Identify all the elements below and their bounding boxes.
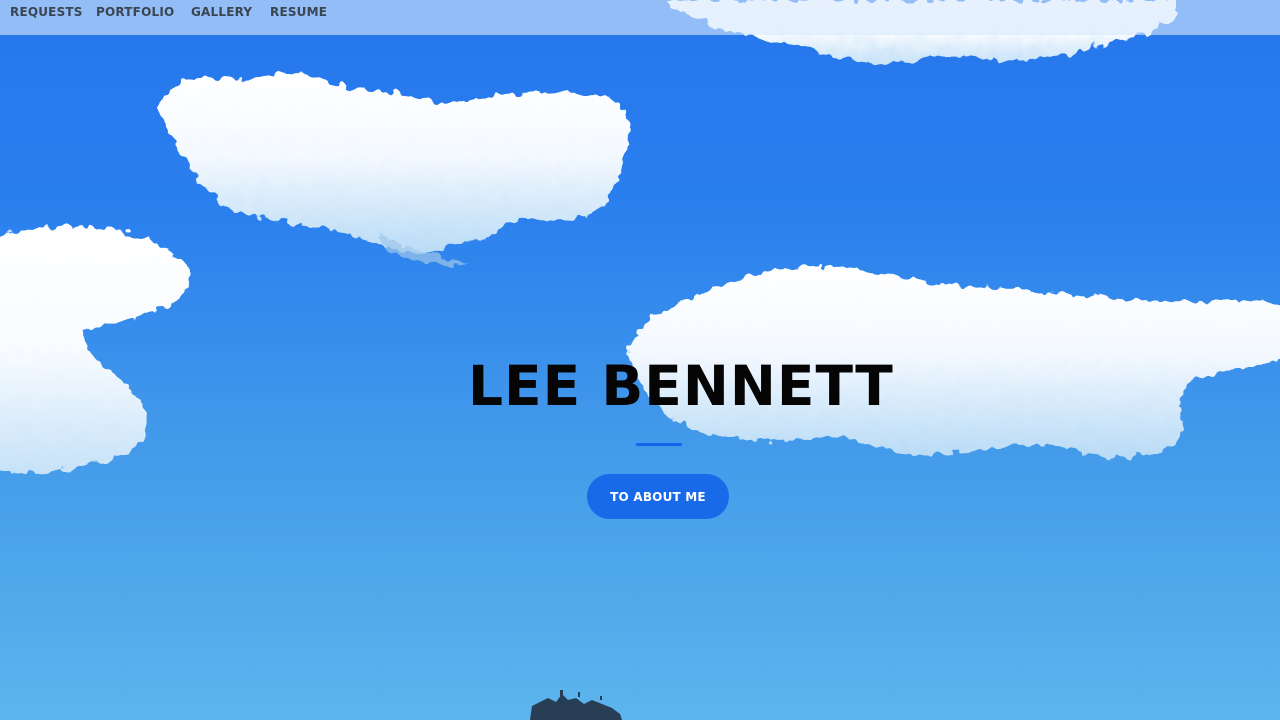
nav-link-requests[interactable]: REQUESTS [10,5,83,19]
to-about-me-button[interactable]: TO ABOUT ME [587,474,729,519]
nav-link-portfolio[interactable]: PORTFOLIO [96,5,174,19]
title-divider [636,443,682,446]
hero-section: LEE BENNETT TO ABOUT ME [0,0,1280,720]
nav-link-gallery[interactable]: GALLERY [191,5,252,19]
hero-title: LEE BENNETT [468,354,894,418]
top-navigation: REQUESTS PORTFOLIO GALLERY RESUME [0,0,1280,35]
nav-link-resume[interactable]: RESUME [270,5,327,19]
